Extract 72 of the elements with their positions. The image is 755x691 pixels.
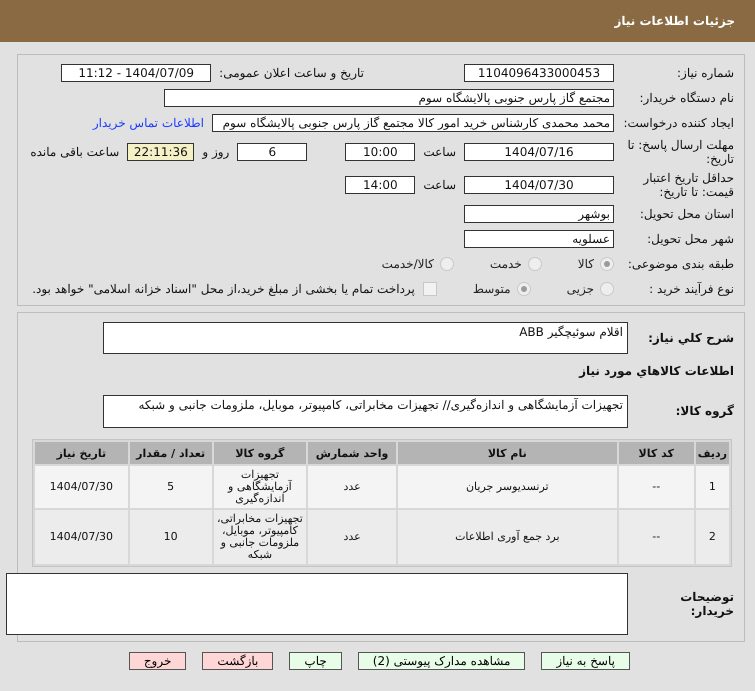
deadline-date-field: 1404/07/16 (464, 143, 614, 161)
requester-field: محمد محمدی کارشناس خرید امور کالا مجتمع گاز پارس جنوبی پالایشگاه سوم (212, 114, 614, 132)
city-field: عسلویه (464, 230, 614, 248)
table-cell: 1 (696, 466, 729, 508)
remaining-time-field: 22:11:36 (127, 143, 194, 161)
days-field: 6 (237, 143, 308, 161)
field-label: مهلت ارسال پاسخ: تا تاریخ: (626, 138, 734, 166)
section-title: اطلاعات کالاهاي مورد نياز (579, 364, 734, 378)
table-cell: 2 (696, 510, 729, 564)
field-label: نوع فرآیند خرید : (648, 282, 734, 296)
field-label: شهر محل تحویل: (646, 232, 734, 246)
column-header: ردیف (696, 442, 729, 464)
radio-label: متوسط (472, 282, 511, 296)
checkbox[interactable] (422, 282, 437, 296)
province-field: بوشهر (464, 205, 614, 223)
table-cell: 10 (130, 510, 212, 564)
announce-date-field: 1404/07/09 - 11:12 (61, 64, 212, 82)
radio-button[interactable] (516, 282, 531, 296)
column-header: نام کالا (398, 442, 617, 464)
checkbox-label: پرداخت تمام یا بخشی از مبلغ خرید،از محل "اسناد خزانه اسلامی" خواهد بود. (32, 282, 415, 296)
field-label: گروه کالا: (674, 404, 734, 418)
field-label: ساعت (423, 178, 456, 192)
table-cell: عدد (308, 510, 396, 564)
radio-button[interactable] (440, 257, 454, 271)
radio-button[interactable] (600, 257, 614, 271)
field-label: استان محل تحویل: (638, 207, 734, 221)
table-cell: 1404/07/30 (35, 510, 128, 564)
action-button[interactable]: پاسخ به نیاز (541, 652, 630, 670)
buyer-contact-link[interactable]: اطلاعات تماس خریدار (92, 116, 204, 130)
table-cell: 1404/07/30 (35, 466, 128, 508)
field-label: طبقه بندی موضوعی: (626, 257, 734, 271)
radio-label: جزیی (566, 282, 594, 296)
table-cell: عدد (308, 466, 396, 508)
description-field: اقلام سوئیچگیر ABB (103, 322, 628, 354)
column-header: گروه کالا (214, 442, 306, 464)
field-label: ساعت (423, 145, 456, 159)
column-header: تعداد / مقدار (130, 442, 212, 464)
action-button[interactable]: بازگشت (202, 652, 274, 670)
radio-button[interactable] (528, 257, 542, 271)
table-cell: برد جمع آوری اطلاعات (398, 510, 617, 564)
validity-time-field: 14:00 (345, 176, 416, 194)
radio-label: کالا (578, 257, 594, 271)
action-button[interactable]: خروج (128, 652, 186, 670)
field-label: ایجاد کننده درخواست: (622, 116, 734, 130)
deadline-time-field: 10:00 (345, 143, 416, 161)
validity-date-field: 1404/07/30 (464, 176, 614, 194)
table-cell: تجهیزات مخابراتی، کامپیوتر، موبایل، ملزومات جانبی و شبکه (214, 510, 306, 564)
table-cell: -- (618, 466, 694, 508)
buyer-org-field: مجتمع گاز پارس جنوبی پالایشگاه سوم (164, 89, 614, 107)
field-label: ساعت باقی مانده (30, 145, 120, 159)
field-label: نام دستگاه خریدار: (638, 91, 734, 105)
field-label: روز و (202, 145, 230, 159)
field-label: حداقل تاریخ اعتبار قیمت: تا تاریخ: (642, 171, 734, 199)
column-header: واحد شمارش (308, 442, 396, 464)
field-label: تاریخ و ساعت اعلان عمومی: (219, 66, 364, 80)
table-cell: تجهیزات آزمایشگاهی و اندازه‌گیری (214, 466, 306, 508)
action-button[interactable]: چاپ (289, 652, 342, 670)
table-cell: ترنسدیوسر جریان (398, 466, 617, 508)
radio-label: خدمت (490, 257, 522, 271)
table-cell: 5 (130, 466, 212, 508)
radio-button[interactable] (600, 282, 614, 296)
field-label: شرح کلي نياز: (647, 331, 734, 345)
field-label: شماره نیاز: (676, 66, 734, 80)
column-header: کد کالا (618, 442, 694, 464)
need-number-field: 1104096433000453 (464, 64, 614, 82)
column-header: تاریخ نیاز (35, 442, 128, 464)
radio-label: کالا/خدمت (382, 257, 434, 271)
page-title: جزئیات اطلاعات نیاز (614, 14, 735, 28)
table-cell: -- (618, 510, 694, 564)
field-label: توضیحات خریدار: (679, 590, 734, 618)
goods-group-field: تجهیزات آزمایشگاهی و اندازه‌گیری// تجهیزات مخابراتی، کامپیوتر، موبایل، ملزومات جانبی و شبکه (103, 394, 628, 428)
action-button[interactable]: مشاهده مدارک پیوستی (2) (358, 652, 526, 670)
